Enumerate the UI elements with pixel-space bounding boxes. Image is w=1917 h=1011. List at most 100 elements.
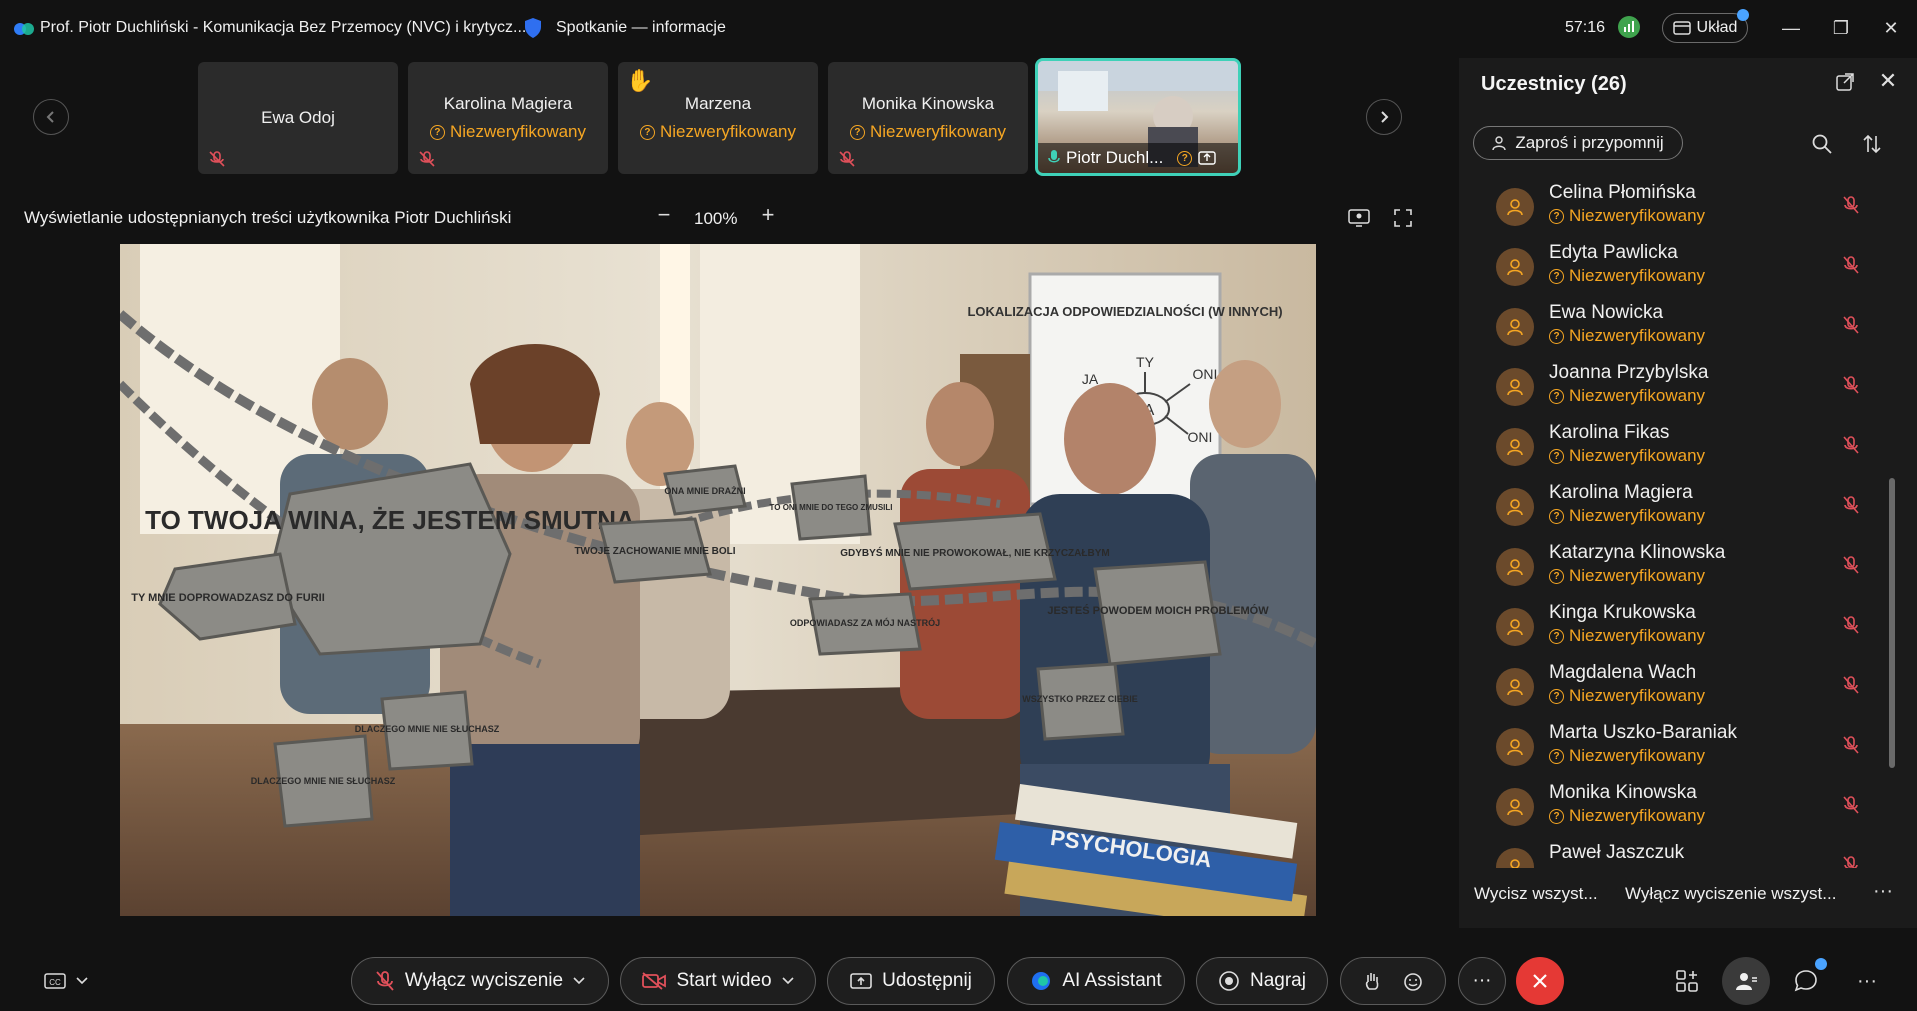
participant-row[interactable]: Celina Płomińska? Niezweryfikowany (1459, 176, 1899, 236)
muted-mic-icon[interactable] (1841, 735, 1861, 755)
svg-text:CC: CC (49, 978, 61, 987)
participant-status: ? Niezweryfikowany (1549, 206, 1705, 226)
remote-control-icon[interactable] (1348, 208, 1370, 228)
strip-next-button[interactable] (1366, 99, 1402, 135)
muted-mic-icon[interactable] (1841, 555, 1861, 575)
muted-mic-icon[interactable] (1841, 675, 1861, 695)
apps-button[interactable] (1672, 966, 1702, 996)
scrollbar-thumb[interactable] (1889, 478, 1895, 768)
participant-row[interactable]: Joanna Przybylska? Niezweryfikowany (1459, 356, 1899, 416)
search-icon[interactable] (1811, 133, 1833, 155)
sort-icon[interactable] (1861, 133, 1883, 155)
unmute-button[interactable]: Wyłącz wyciszenie (351, 957, 609, 1005)
svg-text:ONA MNIE DRAŻNI: ONA MNIE DRAŻNI (664, 486, 745, 496)
participants-toggle-button[interactable] (1722, 957, 1770, 1005)
muted-mic-icon[interactable] (1841, 615, 1861, 635)
participant-name: Celina Płomińska (1549, 182, 1696, 203)
zoom-out-button[interactable]: − (652, 204, 676, 228)
board-ty: TY (1136, 354, 1155, 370)
network-status-icon[interactable] (1618, 16, 1640, 38)
muted-mic-icon[interactable] (1841, 435, 1861, 455)
video-tile[interactable]: ✋ Marzena ? Niezweryfikowany (618, 62, 818, 174)
minimize-button[interactable]: — (1778, 15, 1804, 41)
participant-status-label: Niezweryfikowany (1569, 506, 1706, 525)
person-icon (1507, 319, 1523, 336)
tile-status-label: Niezweryfikowany (449, 122, 587, 141)
participant-row[interactable]: Monika Kinowska? Niezweryfikowany (1459, 776, 1899, 836)
webex-logo-icon (14, 23, 34, 35)
zoom-level[interactable]: 100% (694, 209, 737, 229)
avatar (1496, 848, 1534, 868)
muted-mic-icon[interactable] (1841, 855, 1861, 868)
popout-icon[interactable] (1835, 72, 1855, 92)
raise-hand-icon[interactable] (1362, 970, 1382, 992)
unmute-all-button[interactable]: Wyłącz wyciszenie wszyst... (1625, 884, 1836, 904)
end-call-button[interactable] (1516, 957, 1564, 1005)
participant-row[interactable]: Magdalena Wach? Niezweryfikowany (1459, 656, 1899, 716)
zoom-in-button[interactable]: + (756, 204, 780, 228)
fullscreen-icon[interactable] (1393, 208, 1413, 228)
participant-row[interactable]: Paweł Jaszczuk (1459, 836, 1899, 868)
share-button[interactable]: Udostępnij (827, 957, 995, 1005)
restore-button[interactable]: ❐ (1828, 15, 1854, 41)
muted-mic-icon[interactable] (1841, 795, 1861, 815)
unverified-icon: ? (1549, 748, 1564, 764)
strip-prev-button[interactable] (33, 99, 69, 135)
window-title: Prof. Piotr Duchliński - Komunikacja Bez… (40, 19, 527, 36)
participant-row[interactable]: Kinga Krukowska? Niezweryfikowany (1459, 596, 1899, 656)
close-panel-button[interactable]: ✕ (1877, 70, 1899, 92)
panel-more-button[interactable]: ··· (1873, 880, 1893, 903)
shield-icon[interactable] (523, 17, 543, 39)
meeting-info-link[interactable]: Spotkanie — informacje (556, 19, 726, 37)
reactions-icon[interactable] (1402, 970, 1424, 992)
avatar (1496, 308, 1534, 346)
active-speaker-tile[interactable]: Piotr Duchl... ? (1035, 58, 1241, 176)
muted-mic-icon[interactable] (1841, 375, 1861, 395)
muted-mic-icon[interactable] (1841, 255, 1861, 275)
participant-status: ? Niezweryfikowany (1549, 266, 1705, 286)
participant-status: ? Niezweryfikowany (1549, 446, 1705, 466)
person-icon (1507, 199, 1523, 216)
shared-content-image: LOKALIZACJA ODPOWIEDZIALNOŚCI (W INNYCH)… (120, 244, 1316, 916)
participant-row[interactable]: Karolina Magiera? Niezweryfikowany (1459, 476, 1899, 536)
captions-button[interactable]: CC (44, 970, 96, 992)
participant-row[interactable]: Katarzyna Klinowska? Niezweryfikowany (1459, 536, 1899, 596)
avatar (1496, 188, 1534, 226)
layout-button[interactable]: Układ (1662, 13, 1748, 43)
muted-mic-icon[interactable] (1841, 495, 1861, 515)
participant-status-label: Niezweryfikowany (1569, 206, 1706, 225)
overflow-menu-button[interactable]: ··· (1852, 966, 1882, 996)
participant-row[interactable]: Marta Uszko-Baraniak? Niezweryfikowany (1459, 716, 1899, 776)
more-options-button[interactable]: ··· (1458, 957, 1506, 1005)
video-tile[interactable]: Karolina Magiera ? Niezweryfikowany (408, 62, 608, 174)
avatar (1496, 728, 1534, 766)
video-tile[interactable]: Ewa Odoj (198, 62, 398, 174)
record-button[interactable]: Nagraj (1196, 957, 1328, 1005)
unmute-label: Wyłącz wyciszenie (404, 970, 564, 991)
close-window-button[interactable]: ✕ (1878, 15, 1904, 41)
mute-all-button[interactable]: Wycisz wszyst... (1474, 884, 1598, 904)
ai-assistant-button[interactable]: AI Assistant (1007, 957, 1185, 1005)
participant-row[interactable]: Karolina Fikas? Niezweryfikowany (1459, 416, 1899, 476)
people-icon (1736, 973, 1757, 990)
invite-button[interactable]: Zaproś i przypomnij (1473, 126, 1683, 160)
chevron-down-icon (781, 977, 794, 985)
mic-active-icon (1048, 150, 1060, 163)
muted-mic-icon[interactable] (1841, 195, 1861, 215)
participant-row[interactable]: Ewa Nowicka? Niezweryfikowany (1459, 296, 1899, 356)
participant-status: ? Niezweryfikowany (1549, 746, 1705, 766)
svg-text:TY MNIE DOPROWADZASZ DO FURII: TY MNIE DOPROWADZASZ DO FURII (131, 592, 325, 604)
unverified-icon: ? (849, 124, 865, 140)
muted-mic-icon[interactable] (1841, 315, 1861, 335)
start-video-button[interactable]: Start wideo (620, 957, 816, 1005)
chat-button[interactable] (1791, 966, 1821, 996)
avatar (1496, 788, 1534, 826)
tile-name: Ewa Odoj (261, 108, 335, 127)
video-tile[interactable]: Monika Kinowska ? Niezweryfikowany (828, 62, 1028, 174)
participant-status: ? Niezweryfikowany (1549, 506, 1705, 526)
share-screen-icon (850, 973, 872, 989)
participant-row[interactable]: Edyta Pawlicka? Niezweryfikowany (1459, 236, 1899, 296)
unverified-icon: ? (1549, 208, 1564, 224)
person-icon (1507, 739, 1523, 756)
unverified-icon: ? (1177, 150, 1193, 166)
